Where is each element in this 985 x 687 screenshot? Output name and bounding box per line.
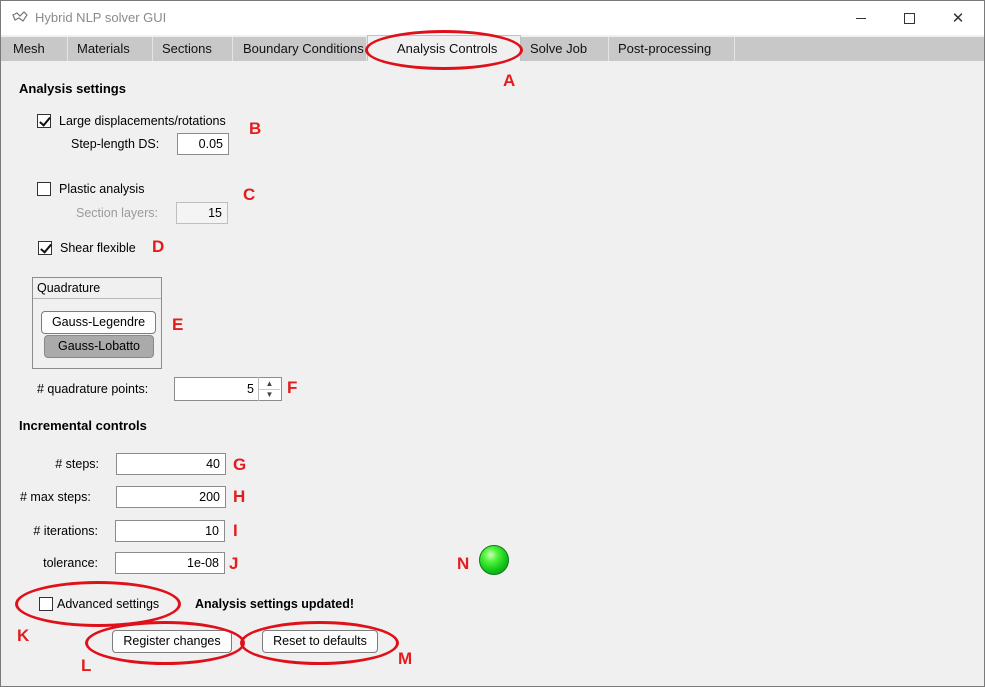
step-length-input[interactable]: 0.05 <box>177 133 229 155</box>
window-title: Hybrid NLP solver GUI <box>35 10 167 25</box>
annotation-label-f: F <box>287 378 298 397</box>
max-steps-label: # max steps: <box>20 490 91 504</box>
tab-post-processing[interactable]: Post-processing <box>609 37 735 61</box>
tab-sections[interactable]: Sections <box>153 37 233 61</box>
iterations-input[interactable]: 10 <box>115 520 225 542</box>
steps-input[interactable]: 40 <box>116 453 226 475</box>
quadrature-points-input[interactable]: 5 ▲ ▼ <box>174 377 282 401</box>
section-layers-label: Section layers: <box>76 206 158 220</box>
large-displacements-label: Large displacements/rotations <box>59 114 226 128</box>
close-button[interactable]: ✕ <box>935 1 981 35</box>
quadrature-points-spinner: ▲ ▼ <box>258 377 281 401</box>
close-icon: ✕ <box>951 10 965 27</box>
minimize-button[interactable] <box>838 1 884 35</box>
annotation-label-n: N <box>457 554 470 573</box>
section-layers-input[interactable]: 15 <box>176 202 228 224</box>
maximize-button[interactable] <box>886 1 932 35</box>
minimize-icon <box>856 17 866 19</box>
shear-flexible-label: Shear flexible <box>60 241 136 255</box>
annotation-label-k: K <box>17 626 30 645</box>
tab-materials[interactable]: Materials <box>68 37 153 61</box>
annotation-oval-analysis-tab <box>365 30 523 70</box>
tolerance-input[interactable]: 1e-08 <box>115 552 225 574</box>
plastic-analysis-label: Plastic analysis <box>59 182 145 196</box>
gauss-lobatto-toggle[interactable]: Gauss-Lobatto <box>44 335 154 358</box>
annotation-label-d: D <box>152 237 165 256</box>
step-length-label: Step-length DS: <box>71 137 160 151</box>
status-message: Analysis settings updated! <box>195 597 355 611</box>
matlab-app-icon <box>12 11 28 22</box>
annotation-label-b: B <box>249 119 262 138</box>
max-steps-input[interactable]: 200 <box>116 486 226 508</box>
gauss-legendre-toggle[interactable]: Gauss-Legendre <box>41 311 156 334</box>
status-indicator-light <box>479 545 509 575</box>
spinner-down-icon[interactable]: ▼ <box>259 389 280 400</box>
annotation-label-m: M <box>398 649 413 668</box>
plastic-analysis-checkbox[interactable] <box>37 182 51 196</box>
maximize-icon <box>903 12 915 24</box>
tolerance-label: tolerance: <box>43 556 98 570</box>
annotation-label-e: E <box>172 315 184 334</box>
app-window: Hybrid NLP solver GUI ✕ Mesh Materials S… <box>0 0 985 687</box>
annotation-oval-reset <box>240 621 399 665</box>
analysis-settings-heading: Analysis settings <box>19 81 126 96</box>
annotation-label-g: G <box>233 455 247 474</box>
annotation-oval-register <box>85 621 245 665</box>
large-displacements-checkbox[interactable] <box>37 114 51 128</box>
annotation-label-a: A <box>503 71 516 90</box>
annotation-label-j: J <box>229 554 239 573</box>
quadrature-points-value: 5 <box>247 382 254 396</box>
annotation-label-l: L <box>81 656 92 675</box>
annotation-label-i: I <box>233 521 238 540</box>
annotation-oval-advanced <box>15 581 181 627</box>
annotation-label-c: C <box>243 185 256 204</box>
tab-boundary-conditions[interactable]: Boundary Conditions <box>233 37 367 61</box>
annotation-label-h: H <box>233 487 246 506</box>
steps-label: # steps: <box>55 457 99 471</box>
shear-flexible-checkbox[interactable] <box>38 241 52 255</box>
quadrature-points-label: # quadrature points: <box>37 382 149 396</box>
quadrature-group: Quadrature Gauss-Legendre Gauss-Lobatto <box>32 277 162 369</box>
quadrature-title: Quadrature <box>37 281 101 295</box>
title-bar: Hybrid NLP solver GUI ✕ <box>1 1 984 35</box>
incremental-controls-heading: Incremental controls <box>19 418 147 433</box>
tab-mesh[interactable]: Mesh <box>1 37 68 61</box>
iterations-label: # iterations: <box>33 524 98 538</box>
tab-solve-job[interactable]: Solve Job <box>521 37 609 61</box>
quadrature-group-header: Quadrature <box>33 278 161 299</box>
